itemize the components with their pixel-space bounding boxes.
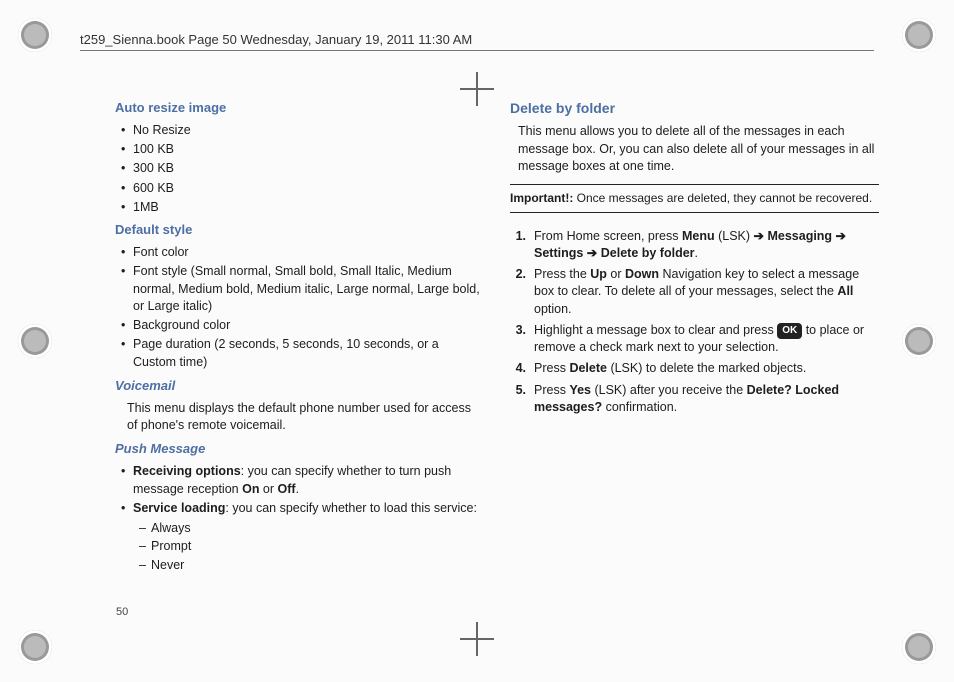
right-column: Delete by folder This menu allows you to… — [510, 96, 879, 604]
list-item: Font style (Small normal, Small bold, Sm… — [121, 263, 484, 315]
crop-mark-icon — [902, 18, 936, 52]
list-item: 100 KB — [121, 141, 484, 158]
list-item: 300 KB — [121, 160, 484, 177]
page-source-header: t259_Sienna.book Page 50 Wednesday, Janu… — [80, 32, 874, 51]
list-item: Receiving options: you can specify wheth… — [121, 463, 484, 498]
step-2: 2. Press the Up or Down Navigation key t… — [510, 266, 879, 318]
crop-mark-icon — [902, 324, 936, 358]
page-number: 50 — [116, 606, 128, 618]
heading-push-message: Push Message — [115, 440, 484, 458]
list-item: Always — [139, 520, 484, 537]
crop-mark-icon — [18, 18, 52, 52]
registration-mark-icon — [462, 624, 492, 654]
crop-mark-icon — [902, 630, 936, 664]
delete-steps: 1. From Home screen, press Menu (LSK) ➔ … — [510, 224, 879, 421]
voicemail-body: This menu displays the default phone num… — [127, 400, 484, 435]
step-3: 3. Highlight a message box to clear and … — [510, 322, 879, 357]
label-receiving-options: Receiving options — [133, 464, 241, 478]
push-list: Receiving options: you can specify wheth… — [115, 461, 484, 519]
service-loading-options: Always Prompt Never — [139, 519, 484, 575]
list-item: Service loading: you can specify whether… — [121, 500, 484, 517]
list-item: 1MB — [121, 199, 484, 216]
list-item: Prompt — [139, 538, 484, 555]
delete-intro: This menu allows you to delete all of th… — [518, 123, 879, 175]
heading-auto-resize: Auto resize image — [115, 99, 484, 117]
crop-mark-icon — [18, 324, 52, 358]
list-item: No Resize — [121, 122, 484, 139]
crop-mark-icon — [18, 630, 52, 664]
list-item: Never — [139, 557, 484, 574]
list-item: Background color — [121, 317, 484, 334]
step-1: 1. From Home screen, press Menu (LSK) ➔ … — [510, 228, 879, 263]
ok-button-icon: OK — [777, 323, 802, 339]
list-item: 600 KB — [121, 180, 484, 197]
page-content: Auto resize image No Resize 100 KB 300 K… — [115, 96, 879, 604]
important-note: Important!: Once messages are deleted, t… — [510, 184, 879, 213]
step-5: 5. Press Yes (LSK) after you receive the… — [510, 382, 879, 417]
default-style-list: Font color Font style (Small normal, Sma… — [115, 242, 484, 373]
list-item: Page duration (2 seconds, 5 seconds, 10 … — [121, 336, 484, 371]
heading-default-style: Default style — [115, 221, 484, 239]
label-service-loading: Service loading — [133, 501, 225, 515]
left-column: Auto resize image No Resize 100 KB 300 K… — [115, 96, 484, 604]
step-4: 4. Press Delete (LSK) to delete the mark… — [510, 360, 879, 377]
list-item: Font color — [121, 244, 484, 261]
heading-delete-by-folder: Delete by folder — [510, 99, 879, 118]
auto-resize-list: No Resize 100 KB 300 KB 600 KB 1MB — [115, 120, 484, 218]
heading-voicemail: Voicemail — [115, 377, 484, 395]
manual-page: t259_Sienna.book Page 50 Wednesday, Janu… — [0, 0, 954, 682]
